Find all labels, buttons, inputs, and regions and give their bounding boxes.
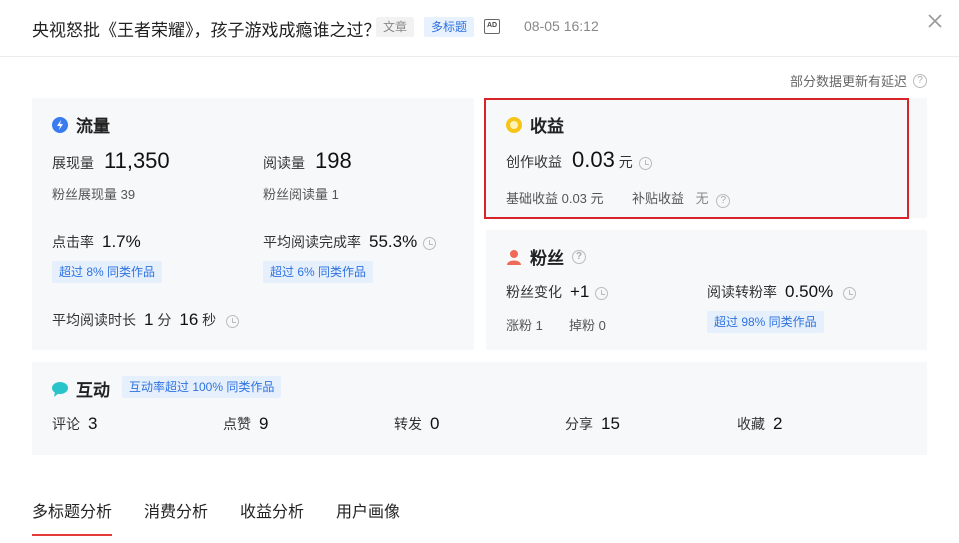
reads: 阅读量 198	[263, 148, 352, 174]
interaction-card: 互动 互动率超过 100% 同类作品 评论 3 点赞 9 转发 0 分享 15 收藏 2	[32, 362, 927, 455]
tab-multi-title-analysis[interactable]: 多标题分析	[32, 498, 113, 536]
shares-value: 15	[601, 414, 620, 433]
revenue-highlight-box	[484, 98, 909, 219]
fans-card: 粉丝 ? 粉丝变化 +1 阅读转粉率 0.50% 涨粉 1 掉粉 0 超过 98% …	[486, 230, 927, 350]
interaction-item: 收藏 2	[737, 414, 782, 434]
help-icon[interactable]: ?	[572, 249, 586, 264]
page-title: 央视怒批《王者荣耀》，孩子游戏成瘾谁之过？	[32, 21, 381, 40]
duration-sec-unit: 秒	[202, 312, 217, 328]
read-to-fan-rate: 阅读转粉率 0.50%	[707, 282, 857, 302]
analysis-tabs: 多标题分析 消费分析 收益分析 用户画像	[32, 498, 432, 536]
interaction-title-text: 互动	[76, 381, 110, 400]
conversion-label: 阅读转粉率	[707, 284, 777, 300]
impressions: 展现量 11,350	[52, 148, 170, 174]
reads-value: 198	[315, 148, 352, 173]
impressions-value: 11,350	[104, 148, 170, 173]
fans-change: 粉丝变化 +1	[506, 282, 609, 302]
clock-icon[interactable]	[843, 286, 857, 300]
interaction-item: 点赞 9	[223, 414, 268, 434]
completion-label: 平均阅读完成率	[263, 234, 361, 250]
comments-label: 评论	[52, 416, 80, 432]
interaction-item: 评论 3	[52, 414, 97, 434]
clock-icon[interactable]	[226, 314, 240, 328]
tag-article: 文章	[376, 17, 415, 37]
fans-gained: 涨粉 1	[506, 318, 543, 333]
lightning-icon	[52, 116, 68, 133]
duration-sec: 16	[179, 310, 199, 329]
tab-user-profile[interactable]: 用户画像	[336, 498, 400, 536]
fans-lost: 掉粉 0	[569, 318, 606, 333]
interaction-title: 互动	[52, 376, 110, 401]
duration-label: 平均阅读时长	[52, 312, 136, 328]
data-delay-notice: 部分数据更新有延迟 ?	[790, 71, 927, 90]
completion-rate: 平均阅读完成率 55.3%	[263, 232, 437, 252]
user-icon	[507, 249, 521, 265]
duration-min-unit: 分	[157, 312, 172, 328]
traffic-card: 流量 展现量 11,350 阅读量 198 粉丝展现量 39 粉丝阅读量 1 点击率…	[32, 98, 474, 350]
comments-value: 3	[88, 414, 98, 433]
header: 央视怒批《王者荣耀》，孩子游戏成瘾谁之过？ 文章 多标题 AD 08-05 16…	[0, 0, 959, 57]
reposts-label: 转发	[394, 416, 422, 432]
conversion-pill: 超过 98% 同类作品	[707, 311, 824, 333]
help-icon[interactable]: ?	[913, 73, 927, 88]
fans-title: 粉丝 ?	[506, 244, 586, 269]
interaction-item: 分享 15	[565, 414, 620, 434]
likes-label: 点赞	[223, 416, 251, 432]
clock-icon[interactable]	[423, 236, 437, 250]
likes-value: 9	[259, 414, 269, 433]
favorites-value: 2	[773, 414, 783, 433]
reposts-value: 0	[430, 414, 440, 433]
completion-value: 55.3%	[369, 232, 418, 251]
shares-label: 分享	[565, 416, 593, 432]
avg-duration: 平均阅读时长 1 分 16 秒	[52, 310, 240, 330]
tag-multi-title[interactable]: 多标题	[424, 17, 475, 37]
conversion-value: 0.50%	[785, 282, 834, 301]
publish-time: 08-05 16:12	[524, 18, 599, 34]
duration-min: 1	[144, 310, 154, 329]
interaction-pill: 互动率超过 100% 同类作品	[122, 376, 282, 398]
traffic-title-text: 流量	[76, 117, 110, 136]
chat-bubble-icon	[52, 381, 68, 397]
tab-revenue-analysis[interactable]: 收益分析	[240, 498, 304, 536]
fan-reads: 粉丝阅读量 1	[263, 187, 339, 202]
change-value: +1	[570, 282, 590, 301]
ctr-value: 1.7%	[102, 232, 141, 251]
close-icon[interactable]	[926, 12, 944, 30]
clock-icon[interactable]	[595, 286, 609, 300]
change-label: 粉丝变化	[506, 284, 562, 300]
fan-impressions: 粉丝展现量 39	[52, 187, 136, 202]
interaction-item: 转发 0	[394, 414, 439, 434]
ad-icon: AD	[484, 19, 500, 34]
tab-consumption-analysis[interactable]: 消费分析	[144, 498, 208, 536]
ctr-pill: 超过 8% 同类作品	[52, 261, 163, 283]
reads-label: 阅读量	[263, 155, 305, 171]
fans-title-text: 粉丝	[530, 249, 564, 268]
traffic-title: 流量	[52, 112, 110, 137]
notice-text: 部分数据更新有延迟	[789, 74, 907, 89]
ctr: 点击率 1.7%	[52, 232, 141, 252]
completion-pill: 超过 6% 同类作品	[263, 261, 374, 283]
ctr-label: 点击率	[52, 234, 94, 250]
impressions-label: 展现量	[52, 155, 94, 171]
favorites-label: 收藏	[737, 416, 765, 432]
